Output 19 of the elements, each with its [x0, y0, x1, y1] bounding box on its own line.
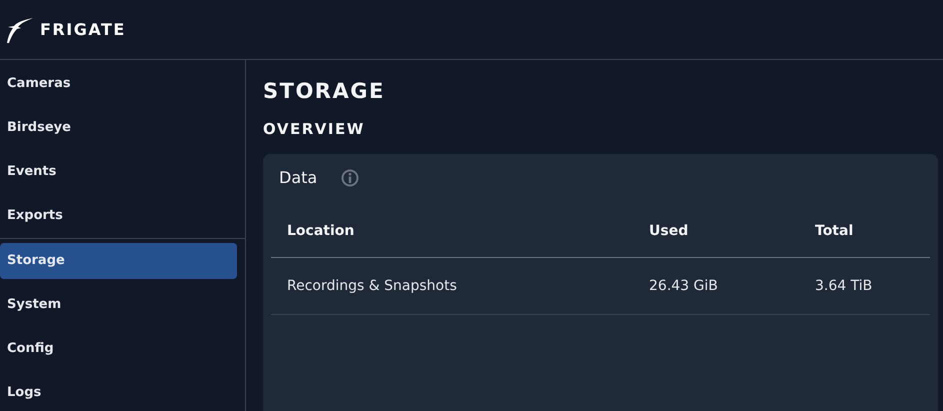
sidebar-item[interactable]: Logs — [0, 371, 237, 411]
section-title: OVERVIEW — [263, 120, 365, 138]
table-cell: 3.64 TiB — [799, 258, 930, 314]
sidebar-item[interactable]: Config — [0, 327, 237, 371]
column-header: Location — [271, 223, 633, 258]
card-title: Data — [279, 168, 318, 187]
sidebar-item[interactable]: Exports — [0, 194, 237, 238]
page-title: STORAGE — [263, 78, 385, 105]
sidebar-item[interactable]: Cameras — [0, 62, 237, 106]
sidebar-item[interactable]: Birdseye — [0, 106, 237, 150]
column-header: Total — [799, 223, 930, 258]
table-cell: Recordings & Snapshots — [271, 258, 633, 314]
column-header: Used — [633, 223, 799, 258]
sidebar-item[interactable]: Storage — [0, 243, 237, 279]
table-cell: 26.43 GiB — [633, 258, 799, 314]
info-icon[interactable] — [341, 168, 360, 186]
sidebar-item[interactable]: System — [0, 283, 237, 327]
app-title: FRIGATE — [40, 20, 126, 39]
sidebar-item[interactable]: Events — [0, 150, 237, 194]
